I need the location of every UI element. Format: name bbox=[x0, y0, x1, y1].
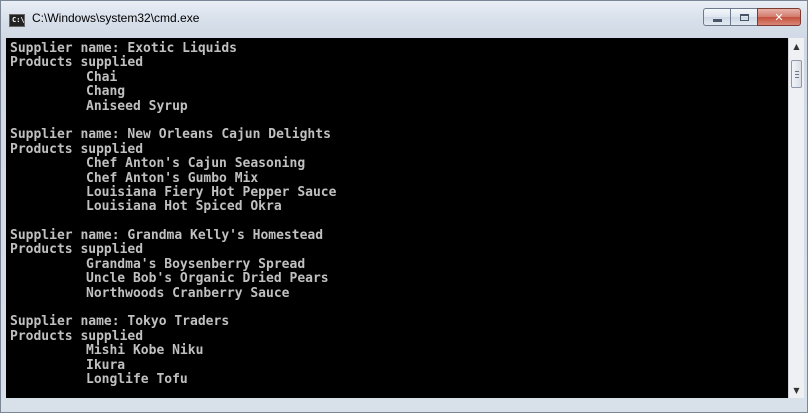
product-line: Chai bbox=[86, 69, 118, 85]
title-bar[interactable]: C:\ C:\Windows\system32\cmd.exe ✕ bbox=[1, 1, 807, 39]
product-line: Louisiana Hot Spiced Okra bbox=[86, 199, 282, 215]
close-icon: ✕ bbox=[774, 10, 784, 24]
product-line: Chef Anton's Gumbo Mix bbox=[86, 170, 259, 186]
window-controls: ✕ bbox=[703, 8, 801, 28]
cmd-app-icon[interactable]: C:\ bbox=[9, 14, 25, 27]
product-line: Chef Anton's Cajun Seasoning bbox=[86, 156, 306, 172]
product-line: Mishi Kobe Niku bbox=[86, 343, 204, 359]
products-header-line: Products supplied bbox=[10, 242, 144, 258]
products-header-line: Products supplied bbox=[10, 141, 144, 157]
scroll-down-arrow-icon[interactable]: ▼ bbox=[789, 382, 804, 398]
supplier-line: Supplier name: Exotic Liquids bbox=[10, 41, 237, 56]
console-output[interactable]: Supplier name: Exotic Liquids Products su… bbox=[6, 38, 788, 398]
product-line: Louisiana Fiery Hot Pepper Sauce bbox=[86, 184, 337, 200]
product-line: Northwoods Cranberry Sauce bbox=[86, 285, 290, 301]
scroll-thumb[interactable] bbox=[791, 60, 802, 88]
products-header-line: Products supplied bbox=[10, 55, 144, 71]
supplier-line: Supplier name: Grandma Kelly's Homestead bbox=[10, 228, 324, 244]
close-button[interactable]: ✕ bbox=[757, 8, 801, 26]
supplier-line: Supplier name: New Orleans Cajun Delight… bbox=[10, 127, 331, 143]
maximize-button[interactable] bbox=[730, 8, 757, 26]
product-line: Ikura bbox=[86, 357, 126, 373]
scroll-up-arrow-icon[interactable]: ▲ bbox=[789, 38, 804, 54]
window-title: C:\Windows\system32\cmd.exe bbox=[32, 11, 200, 25]
vertical-scrollbar[interactable]: ▲ ▼ bbox=[788, 38, 804, 398]
maximize-icon bbox=[739, 13, 749, 21]
product-line: Chang bbox=[86, 84, 126, 100]
minimize-icon bbox=[712, 18, 722, 22]
product-line: Grandma's Boysenberry Spread bbox=[86, 256, 306, 272]
minimize-button[interactable] bbox=[703, 8, 730, 26]
product-line: Longlife Tofu bbox=[86, 371, 188, 387]
supplier-line: Supplier name: Tokyo Traders bbox=[10, 314, 230, 330]
products-header-line: Products supplied bbox=[10, 328, 144, 344]
product-line: Aniseed Syrup bbox=[86, 98, 188, 114]
product-line: Uncle Bob's Organic Dried Pears bbox=[86, 271, 329, 287]
